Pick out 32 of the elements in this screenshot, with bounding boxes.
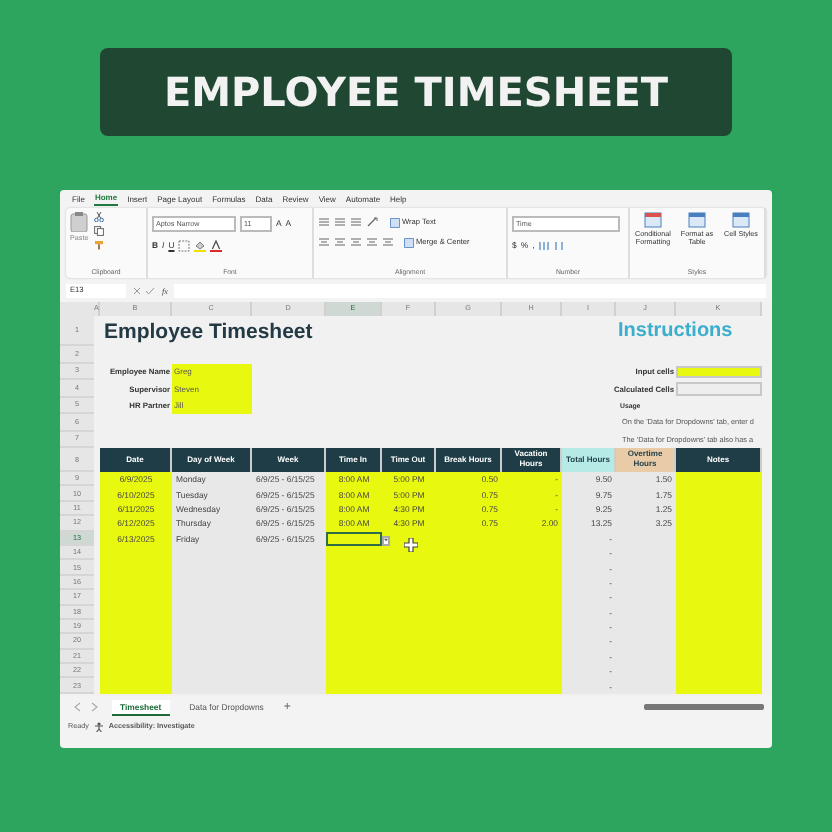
merge-icon <box>404 237 414 247</box>
table-icon <box>732 212 750 228</box>
clipboard-icon <box>70 212 89 232</box>
sheet-title: Employee Timesheet <box>102 319 315 343</box>
cancel-confirm-icon[interactable] <box>132 286 156 296</box>
scissors-icon[interactable] <box>94 212 105 222</box>
wrap-text-icon <box>390 217 400 227</box>
table-icon <box>644 212 662 228</box>
horizontal-scrollbar[interactable] <box>644 704 764 710</box>
align-icon[interactable] <box>350 236 362 248</box>
decimal-icon[interactable] <box>538 240 551 252</box>
accessibility-icon[interactable] <box>94 721 105 731</box>
align-icon[interactable] <box>334 216 346 228</box>
font-color-icon[interactable] <box>210 240 223 252</box>
sheet-nav-icon[interactable] <box>72 702 100 712</box>
borders-icon[interactable] <box>178 240 191 252</box>
align-icon[interactable] <box>382 236 394 248</box>
align-icon[interactable] <box>334 236 346 248</box>
cursor-icon <box>404 538 418 552</box>
copy-icon[interactable] <box>94 226 105 236</box>
align-icon[interactable] <box>366 236 378 248</box>
instructions-title: Instructions <box>616 320 735 342</box>
brush-icon[interactable] <box>94 240 105 250</box>
fill-color-icon[interactable] <box>194 240 207 252</box>
banner-title: EMPLOYEE TIMESHEET <box>163 68 669 116</box>
orientation-icon[interactable] <box>366 216 380 228</box>
decimal-icon[interactable] <box>554 240 567 252</box>
table-icon <box>688 212 706 228</box>
align-icon[interactable] <box>318 236 330 248</box>
align-icon[interactable] <box>318 216 330 228</box>
dropdown-button[interactable] <box>382 535 390 546</box>
align-icon[interactable] <box>350 216 362 228</box>
